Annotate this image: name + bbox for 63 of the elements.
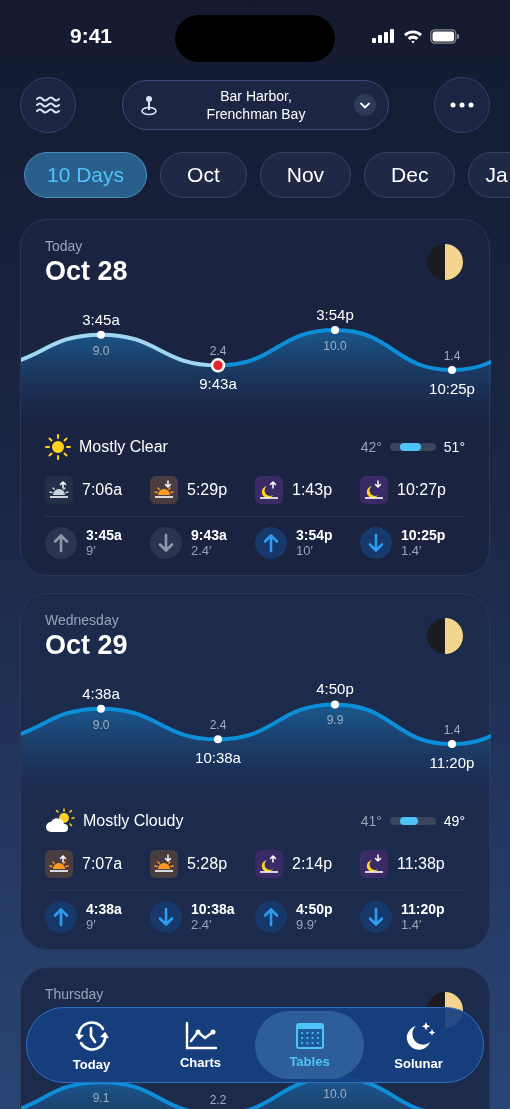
- tide-time: 4:38a: [86, 901, 122, 917]
- tide-height: 9.9: [326, 713, 344, 728]
- tide-height: 1.4′: [401, 543, 423, 559]
- day-label: Thursday: [45, 986, 104, 1002]
- tide-height: 1.4: [443, 349, 461, 363]
- high-temperature: 51°: [443, 439, 465, 455]
- high-tide-time: 4:50p: [316, 680, 354, 698]
- location-selector[interactable]: Bar Harbor, Frenchman Bay: [121, 79, 389, 130]
- low-temperature: 42°: [360, 439, 382, 455]
- weather-condition: Mostly Clear: [79, 438, 169, 456]
- tide-height: 9′: [86, 543, 97, 559]
- tide-height: 2.4′: [191, 917, 213, 933]
- high-tide-time: 4:38a: [82, 684, 120, 702]
- tide-height: 9.0: [92, 343, 110, 358]
- day-label: Today: [45, 238, 84, 254]
- period-tab[interactable]: Nov: [259, 152, 352, 198]
- tide-time: 10:25p: [401, 527, 446, 543]
- tide-height: 1.4′: [401, 917, 423, 933]
- low-tide-time: 9:43a: [199, 375, 237, 393]
- tide-height: 1.4: [443, 723, 461, 737]
- low-tide-time: 11:20p: [429, 754, 475, 771]
- tide-height: 9.1: [92, 1091, 110, 1106]
- period-tab[interactable]: Oct: [160, 152, 247, 198]
- tab-bar-item[interactable]: Today: [37, 1011, 146, 1079]
- low-tide-time: 10:25p: [429, 380, 475, 397]
- weather-condition: Mostly Cloudy: [83, 812, 185, 830]
- date-title: Oct 29: [45, 630, 128, 661]
- period-tab[interactable]: Ja: [468, 152, 510, 198]
- tide-height: 2.4: [209, 718, 227, 733]
- tide-height: 9.9′: [296, 917, 318, 933]
- tide-height: 2.4′: [191, 543, 213, 559]
- tide-time: 4:50p: [296, 901, 333, 917]
- tide-time: 3:45a: [86, 527, 122, 543]
- tide-time: 3:54p: [296, 527, 333, 543]
- sun-moon-time: 5:28p: [187, 855, 228, 873]
- tide-time: 10:38a: [191, 901, 235, 917]
- high-tide-time: 3:54p: [316, 306, 354, 323]
- sun-moon-time: 2:14p: [292, 855, 333, 873]
- tide-height: 10.0: [323, 1087, 347, 1101]
- high-temperature: 49°: [443, 813, 465, 829]
- tide-time: 11:20p: [401, 901, 445, 917]
- high-tide-time: 3:45a: [82, 310, 120, 328]
- tide-height: 2.2: [209, 1093, 227, 1108]
- tide-height: 9′: [86, 917, 97, 933]
- status-time: 9:41: [70, 24, 113, 48]
- sun-moon-time: 7:07a: [82, 855, 123, 873]
- tab-bar-item[interactable]: Charts: [146, 1011, 255, 1079]
- sun-moon-time: 5:29p: [187, 481, 228, 499]
- low-temperature: 41°: [360, 813, 382, 829]
- tide-height: 10′: [296, 543, 314, 559]
- sun-moon-time: 7:06a: [82, 481, 123, 499]
- period-tab[interactable]: Dec: [364, 152, 456, 198]
- tide-height: 9.0: [92, 717, 110, 732]
- tide-height: 10.0: [323, 339, 347, 353]
- day-label: Wednesday: [45, 612, 120, 628]
- tide-height: 2.4: [209, 344, 227, 359]
- sun-moon-time: 11:38p: [397, 855, 445, 873]
- sun-moon-time: 1:43p: [292, 481, 333, 499]
- low-tide-time: 10:38a: [195, 749, 241, 767]
- tide-time: 9:43a: [191, 527, 227, 543]
- date-title: Oct 28: [45, 256, 128, 287]
- tab-bar-item[interactable]: Solunar: [364, 1011, 473, 1079]
- sun-moon-time: 10:27p: [397, 481, 446, 499]
